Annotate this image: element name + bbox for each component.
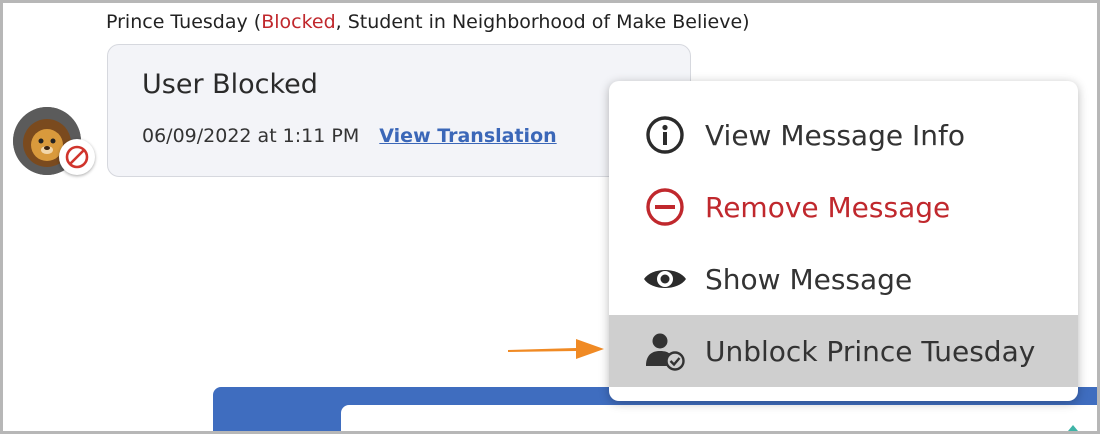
prohibited-icon	[65, 145, 89, 169]
menu-item-remove-message[interactable]: Remove Message	[609, 171, 1078, 243]
user-check-icon	[641, 327, 689, 375]
menu-item-unblock-user[interactable]: Unblock Prince Tuesday	[609, 315, 1078, 387]
sender-name: Prince Tuesday	[106, 11, 248, 33]
message-context-menu: View Message Info Remove Message Show Me…	[609, 81, 1078, 401]
info-icon	[641, 111, 689, 159]
eye-icon	[641, 255, 689, 303]
sender-line: Prince Tuesday (Blocked, Student in Neig…	[106, 11, 750, 33]
message-meta: 06/09/2022 at 1:11 PM View Translation	[142, 125, 557, 147]
menu-item-show-message[interactable]: Show Message	[609, 243, 1078, 315]
arrow-pointer-icon	[508, 339, 604, 359]
minus-circle-icon	[641, 183, 689, 231]
blocked-status: Blocked	[261, 11, 336, 33]
menu-item-label: View Message Info	[705, 118, 965, 152]
message-timestamp: 06/09/2022 at 1:11 PM	[142, 125, 360, 147]
blocked-badge	[59, 139, 95, 175]
message-bubble[interactable]: User Blocked 06/09/2022 at 1:11 PM View …	[107, 44, 691, 177]
menu-item-view-message-info[interactable]: View Message Info	[609, 99, 1078, 171]
menu-item-label: Unblock Prince Tuesday	[705, 334, 1036, 368]
sender-role: , Student in Neighborhood of Make Believ…	[335, 11, 750, 33]
message-title: User Blocked	[142, 69, 318, 100]
view-translation-link[interactable]: View Translation	[379, 125, 556, 147]
menu-item-label: Show Message	[705, 262, 913, 296]
corner-indicator	[1063, 425, 1083, 431]
chat-panel: Prince Tuesday (Blocked, Student in Neig…	[0, 0, 1100, 434]
composer-area[interactable]	[341, 405, 1097, 431]
menu-item-label: Remove Message	[705, 190, 951, 224]
